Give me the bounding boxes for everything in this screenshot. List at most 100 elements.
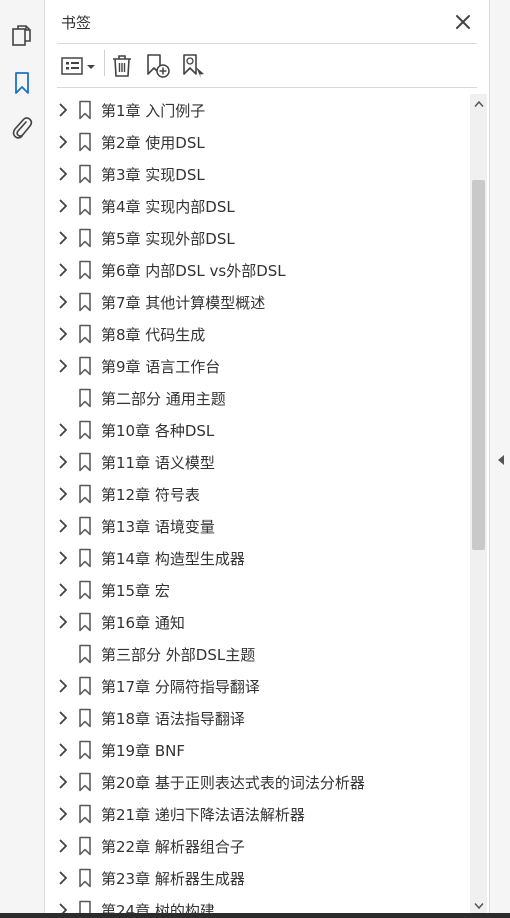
panel-collapse-strip [489, 0, 510, 918]
collapse-panel-button[interactable] [496, 452, 506, 466]
chevron-right-icon[interactable] [57, 678, 69, 694]
bookmark-icon [79, 548, 91, 568]
bookmark-item[interactable]: 第19章 BNF [45, 734, 470, 766]
bookmark-item[interactable]: 第16章 通知 [45, 606, 470, 638]
bookmark-label: 第3章 实现DSL [101, 166, 205, 184]
delete-bookmark-button[interactable] [111, 52, 133, 80]
bookmark-item[interactable]: 第4章 实现内部DSL [45, 190, 470, 222]
toolbar-bottom-divider [57, 87, 477, 88]
chevron-right-icon[interactable] [57, 518, 69, 534]
add-bookmark-icon [147, 54, 170, 78]
chevron-right-icon[interactable] [57, 422, 69, 438]
bookmark-label: 第二部分 通用主题 [101, 390, 226, 408]
bookmark-item[interactable]: 第22章 解析器组合子 [45, 830, 470, 862]
bookmark-label: 第4章 实现内部DSL [101, 198, 235, 216]
chevron-right-icon[interactable] [57, 582, 69, 598]
bookmark-item[interactable]: 第23章 解析器生成器 [45, 862, 470, 894]
chevron-right-icon[interactable] [57, 838, 69, 854]
bookmark-item[interactable]: 第13章 语境变量 [45, 510, 470, 542]
bookmark-item[interactable]: 第21章 递归下降法语法解析器 [45, 798, 470, 830]
close-panel-button[interactable] [453, 12, 473, 32]
toolbar-divider [104, 50, 105, 76]
bookmark-icon [79, 740, 91, 760]
chevron-right-icon[interactable] [57, 326, 69, 342]
bookmark-item[interactable]: 第11章 语义模型 [45, 446, 470, 478]
bookmark-label: 第6章 内部DSL vs外部DSL [101, 262, 286, 280]
bookmark-label: 第7章 其他计算模型概述 [101, 294, 266, 312]
chevron-up-icon [473, 100, 484, 107]
chevron-right-icon[interactable] [57, 870, 69, 886]
chevron-right-icon[interactable] [57, 710, 69, 726]
bookmark-icon [79, 516, 91, 536]
bookmark-label: 第16章 通知 [101, 614, 185, 632]
bookmark-icon [79, 420, 91, 440]
caret-left-icon [498, 455, 504, 465]
bookmark-icon [79, 868, 91, 888]
chevron-right-icon[interactable] [57, 614, 69, 630]
chevron-right-icon[interactable] [57, 262, 69, 278]
chevron-right-icon[interactable] [57, 294, 69, 310]
close-icon [456, 15, 470, 29]
bookmark-item[interactable]: 第18章 语法指导翻译 [45, 702, 470, 734]
bookmark-icon [79, 484, 91, 504]
window-bottom-edge [0, 913, 510, 918]
bookmark-tree: 第1章 入门例子 第2章 使用DSL 第3章 实现DSL 第4章 实现内部DSL 第5章… [45, 94, 470, 918]
bookmark-item[interactable]: 第10章 各种DSL [45, 414, 470, 446]
bookmark-item[interactable]: 第7章 其他计算模型概述 [45, 286, 470, 318]
bookmark-icon [79, 612, 91, 632]
pages-button[interactable] [8, 22, 36, 50]
chevron-down-icon [473, 903, 484, 910]
bookmark-item[interactable]: 第5章 实现外部DSL [45, 222, 470, 254]
bookmark-icon [79, 708, 91, 728]
scrollbar-thumb[interactable] [472, 180, 485, 550]
chevron-right-icon[interactable] [57, 358, 69, 374]
bookmark-item[interactable]: 第8章 代码生成 [45, 318, 470, 350]
chevron-right-icon[interactable] [57, 166, 69, 182]
bookmark-item[interactable]: 第14章 构造型生成器 [45, 542, 470, 574]
bookmark-label: 第14章 构造型生成器 [101, 550, 245, 568]
chevron-right-icon[interactable] [57, 486, 69, 502]
bookmark-item[interactable]: 第20章 基于正则表达式表的词法分析器 [45, 766, 470, 798]
bookmark-label: 第20章 基于正则表达式表的词法分析器 [101, 774, 365, 792]
bookmark-label: 第1章 入门例子 [101, 102, 206, 120]
chevron-right-icon[interactable] [57, 230, 69, 246]
chevron-right-icon[interactable] [57, 774, 69, 790]
bookmark-label: 第三部分 外部DSL主题 [101, 646, 256, 664]
bookmark-item[interactable]: 第6章 内部DSL vs外部DSL [45, 254, 470, 286]
scroll-down-button[interactable] [470, 898, 487, 914]
bookmark-icon [79, 772, 91, 792]
bookmark-label: 第2章 使用DSL [101, 134, 205, 152]
trash-icon [113, 55, 131, 77]
chevron-right-icon[interactable] [57, 742, 69, 758]
new-bookmark-button[interactable] [145, 52, 171, 80]
bookmark-item[interactable]: 第15章 宏 [45, 574, 470, 606]
chevron-right-icon[interactable] [57, 454, 69, 470]
bookmark-label: 第17章 分隔符指导翻译 [101, 678, 260, 696]
bookmark-item[interactable]: 第17章 分隔符指导翻译 [45, 670, 470, 702]
chevron-right-icon[interactable] [57, 550, 69, 566]
bookmark-icon [79, 292, 91, 312]
chevron-right-icon[interactable] [57, 198, 69, 214]
chevron-right-icon[interactable] [57, 806, 69, 822]
bookmark-icon [79, 580, 91, 600]
bookmark-search-icon [183, 54, 204, 78]
bookmark-item[interactable]: 第二部分 通用主题 [45, 382, 470, 414]
chevron-right-icon[interactable] [57, 102, 69, 118]
bookmark-item[interactable]: 第12章 符号表 [45, 478, 470, 510]
bookmark-icon [79, 228, 91, 248]
vertical-scrollbar[interactable] [470, 94, 487, 918]
bookmark-item[interactable]: 第9章 语言工作台 [45, 350, 470, 382]
bookmark-icon [79, 100, 91, 120]
scroll-up-button[interactable] [470, 96, 487, 112]
bookmark-item[interactable]: 第2章 使用DSL [45, 126, 470, 158]
bookmark-item[interactable]: 第三部分 外部DSL主题 [45, 638, 470, 670]
bookmark-item[interactable]: 第1章 入门例子 [45, 94, 470, 126]
bookmark-item[interactable]: 第3章 实现DSL [45, 158, 470, 190]
new-bookmark-from-structure-button[interactable] [181, 52, 207, 80]
options-dropdown-button[interactable] [61, 52, 97, 80]
bookmarks-button[interactable] [8, 69, 36, 97]
chevron-right-icon[interactable] [57, 134, 69, 150]
bookmark-label: 第19章 BNF [101, 742, 185, 760]
attachments-button[interactable] [8, 114, 36, 142]
bookmark-label: 第10章 各种DSL [101, 422, 215, 440]
